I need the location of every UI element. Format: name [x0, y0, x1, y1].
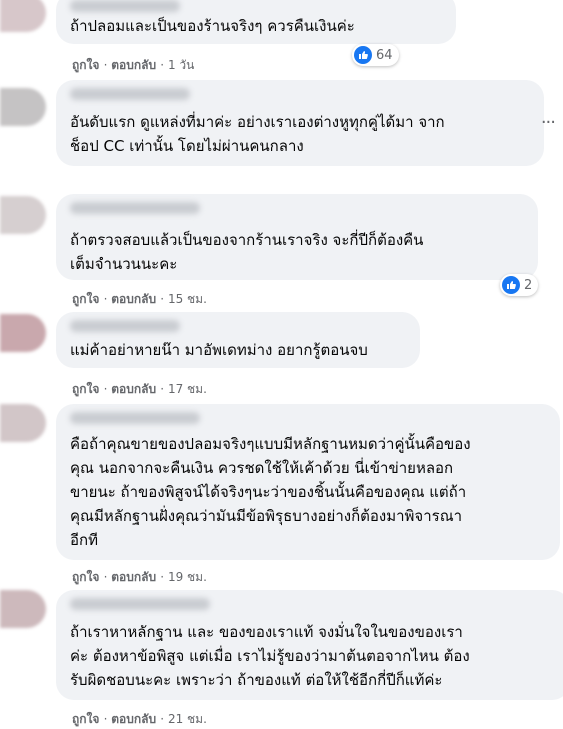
comment-text: ถ้าเราหาหลักฐาน และ ของของเราแท้ จงมั่นใ…: [70, 623, 470, 689]
like-link[interactable]: ถูกใจ: [72, 382, 99, 396]
timestamp[interactable]: 21 ชม.: [168, 712, 207, 726]
avatar[interactable]: [0, 0, 46, 32]
avatar[interactable]: [0, 590, 46, 628]
comment-bubble: ถ้าเราหาหลักฐาน และ ของของเราแท้ จงมั่นใ…: [56, 590, 563, 700]
author-name-blurred[interactable]: [70, 320, 180, 332]
reaction-count[interactable]: 2: [500, 274, 539, 296]
comment-text: คือถ้าคุณขายของปลอมจริงๆแบบมีหลักฐานหมดว…: [70, 435, 471, 549]
comment-bubble: แม่ค้าอย่าหายน๊า มาอัพเดทม่าง อยากรู้ตอน…: [56, 312, 420, 368]
reply-link[interactable]: ตอบกลับ: [111, 292, 156, 306]
comment-text: ถ้าตรวจสอบแล้วเป็นของจากร้านเราจริง จะกี…: [70, 231, 424, 273]
avatar[interactable]: [0, 404, 46, 442]
like-link[interactable]: ถูกใจ: [72, 58, 99, 72]
reply-link[interactable]: ตอบกลับ: [111, 570, 156, 584]
comment-text: อันดับแรก ดูแหล่งที่มาค่ะ อย่างเราเองต่า…: [70, 113, 445, 155]
timestamp[interactable]: 19 ชม.: [168, 570, 207, 584]
timestamp[interactable]: 1 วัน: [168, 58, 194, 72]
author-name-blurred[interactable]: [70, 88, 190, 100]
separator: ·: [160, 712, 168, 726]
like-link[interactable]: ถูกใจ: [72, 712, 99, 726]
separator: ·: [160, 58, 168, 72]
separator: ·: [160, 292, 168, 306]
reply-link[interactable]: ตอบกลับ: [111, 58, 156, 72]
author-name-blurred[interactable]: [70, 202, 200, 214]
author-name-blurred[interactable]: [70, 598, 210, 610]
comment-actions: ถูกใจ · ตอบกลับ · 19 ชม.: [72, 568, 207, 587]
more-options-icon[interactable]: ···: [541, 112, 556, 133]
avatar[interactable]: [0, 196, 46, 234]
like-reaction-icon: [354, 46, 372, 64]
comment-bubble: คือถ้าคุณขายของปลอมจริงๆแบบมีหลักฐานหมดว…: [56, 404, 560, 560]
reply-link[interactable]: ตอบกลับ: [111, 712, 156, 726]
separator: ·: [160, 382, 168, 396]
comment-actions: ถูกใจ · ตอบกลับ · 21 ชม.: [72, 710, 207, 729]
timestamp[interactable]: 17 ชม.: [168, 382, 207, 396]
comment-actions: ถูกใจ · ตอบกลับ · 17 ชม.: [72, 380, 207, 399]
reaction-number: 64: [376, 47, 393, 63]
comment-text: แม่ค้าอย่าหายน๊า มาอัพเดทม่าง อยากรู้ตอน…: [70, 341, 368, 359]
reply-link[interactable]: ตอบกลับ: [111, 382, 156, 396]
separator: ·: [160, 570, 168, 584]
comment-bubble: อันดับแรก ดูแหล่งที่มาค่ะ อย่างเราเองต่า…: [56, 80, 544, 166]
comment-bubble: ถ้าปลอมและเป็นของร้านจริงๆ ควรคืนเงินค่ะ: [56, 0, 456, 44]
comment-text: ถ้าปลอมและเป็นของร้านจริงๆ ควรคืนเงินค่ะ: [70, 17, 355, 35]
timestamp[interactable]: 15 ชม.: [168, 292, 207, 306]
reaction-count[interactable]: 64: [352, 44, 399, 66]
comment-actions: ถูกใจ · ตอบกลับ · 1 วัน: [72, 56, 194, 75]
author-name-blurred[interactable]: [70, 0, 180, 12]
author-name-blurred[interactable]: [70, 412, 200, 424]
reaction-number: 2: [524, 277, 533, 293]
avatar[interactable]: [0, 314, 46, 352]
comment-actions: ถูกใจ · ตอบกลับ · 15 ชม.: [72, 290, 207, 309]
comment-bubble: ถ้าตรวจสอบแล้วเป็นของจากร้านเราจริง จะกี…: [56, 194, 538, 280]
like-link[interactable]: ถูกใจ: [72, 570, 99, 584]
like-reaction-icon: [502, 276, 520, 294]
avatar[interactable]: [0, 88, 46, 126]
like-link[interactable]: ถูกใจ: [72, 292, 99, 306]
